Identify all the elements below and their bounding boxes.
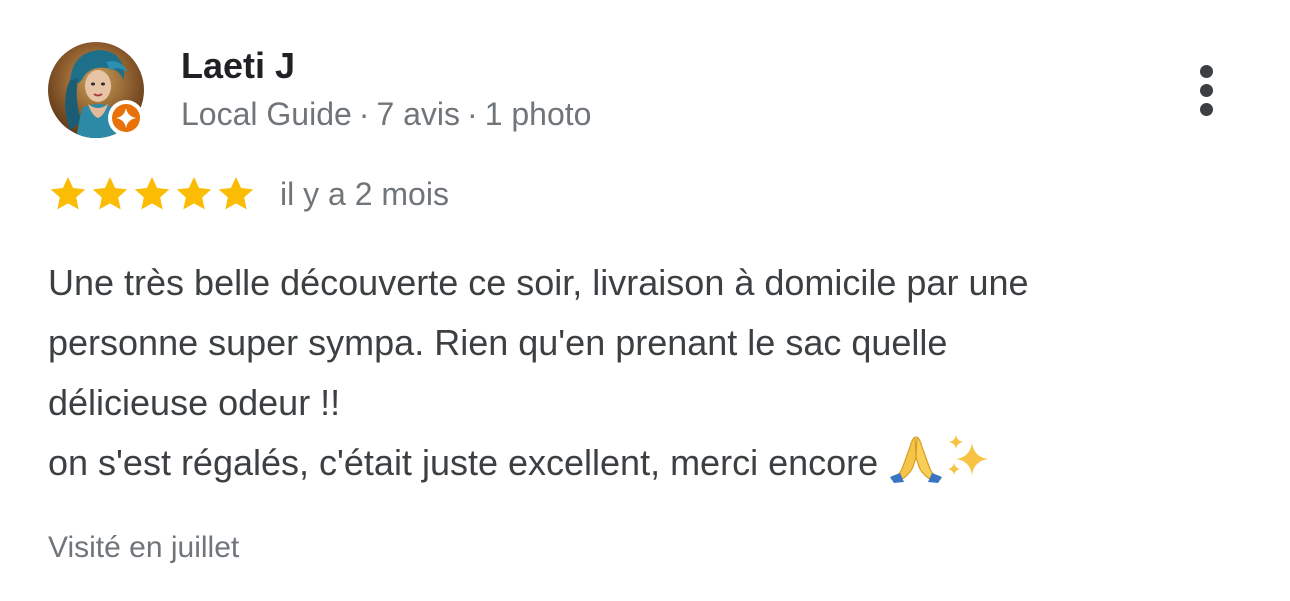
meta-separator: · xyxy=(358,96,370,132)
rating-row: il y a 2 mois xyxy=(48,172,449,216)
star-icon xyxy=(176,177,212,210)
meta-separator: · xyxy=(467,96,478,132)
folded-hands-emoji-icon: 🙏 xyxy=(888,433,944,501)
review-text-line: Une très belle découverte ce soir, livra… xyxy=(48,262,1029,303)
review-date: il y a 2 mois xyxy=(280,176,449,212)
more-options-button[interactable] xyxy=(1186,60,1226,120)
photo-count: 1 photo xyxy=(484,96,592,132)
review-count: 7 avis xyxy=(376,96,461,132)
review-text-line: personne super sympa. Rien qu'en prenant… xyxy=(48,322,948,363)
author-meta: Local Guide · 7 avis · 1 photo xyxy=(181,94,591,134)
more-vert-icon xyxy=(1199,64,1213,78)
review-text-segment: on s'est régalés, c'était juste excellen… xyxy=(48,442,879,483)
review-text-line: délicieuse odeur !! xyxy=(48,382,341,423)
review-card: Laeti J Local Guide · 7 avis · 1 photo il y … xyxy=(0,0,1290,601)
visit-date: Visité en juillet xyxy=(48,531,240,564)
author-avatar[interactable] xyxy=(48,42,144,138)
star-icon xyxy=(218,177,254,210)
sparkles-emoji-icon: ✨ xyxy=(944,433,994,501)
review-text: Une très belle découverte ce soir, livra… xyxy=(48,253,1248,501)
review-text-line-last: on s'est régalés, c'était juste excellen… xyxy=(48,433,1248,501)
more-vert-icon xyxy=(1199,102,1213,116)
more-vert-icon xyxy=(1199,83,1213,97)
star-icon xyxy=(134,177,170,210)
star-icon xyxy=(50,177,86,210)
local-guide-star-icon xyxy=(108,100,144,136)
local-guide-label: Local Guide xyxy=(181,96,352,132)
star-rating xyxy=(48,174,256,214)
star-icon xyxy=(92,177,128,210)
author-name[interactable]: Laeti J xyxy=(181,44,295,88)
